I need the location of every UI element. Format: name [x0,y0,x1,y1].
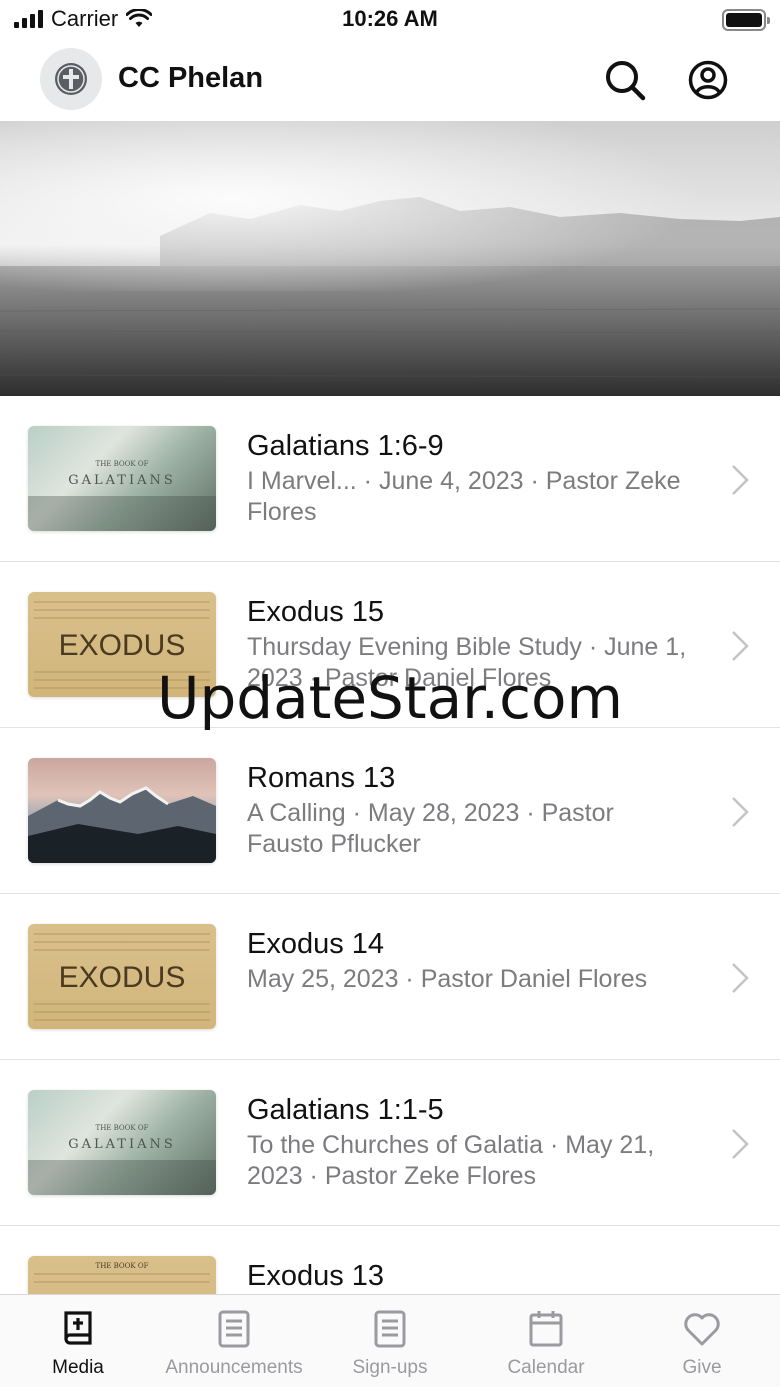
item-title: Exodus 14 [247,928,385,960]
tab-announcements[interactable]: Announcements [156,1295,312,1387]
svg-text:EXODUS: EXODUS [59,629,186,662]
svg-text:THE BOOK OF: THE BOOK OF [96,460,149,468]
item-title: Exodus 13 [247,1260,385,1292]
media-list-item[interactable]: THE BOOK OF Exodus 13 [0,1226,780,1294]
status-time: 10:26 AM [342,6,438,31]
svg-text:GALATIANS: GALATIANS [68,1137,176,1152]
app-header: CC Phelan [0,40,780,120]
item-subtitle: To the Churches of Galatia · May 21, 202… [247,1131,655,1190]
watermark: UpdateStar.com [157,664,623,732]
bible-icon [64,1311,92,1345]
chevron-right-icon [732,631,749,661]
battery-icon [722,9,770,31]
exodus-thumbnail: EXODUS [28,924,216,1029]
media-list-item[interactable]: THE BOOK OF GALATIANS Galatians 1:1-5 To… [0,1060,780,1226]
heart-icon [684,1313,720,1346]
chevron-right-icon [732,963,749,993]
media-list-item[interactable]: Romans 13 A Calling · May 28, 2023 · Pas… [0,728,780,894]
page-title: CC Phelan [118,62,264,94]
tab-sign-ups[interactable]: Sign-ups [312,1295,468,1387]
chevron-right-icon [732,797,749,827]
account-button[interactable] [686,58,730,102]
item-title: Galatians 1:1-5 [247,1094,444,1126]
hero-banner-image [0,121,780,396]
tab-label: Announcements [165,1357,303,1378]
announcements-icon [218,1310,250,1348]
media-list-item[interactable]: EXODUS Exodus 14 May 25, 2023 · Pastor D… [0,894,780,1060]
galatians-thumbnail: THE BOOK OF GALATIANS [28,1090,216,1195]
item-subtitle: May 25, 2023 · Pastor Daniel Flores [247,965,648,993]
exodus-thumbnail: THE BOOK OF [28,1256,216,1294]
svg-text:GALATIANS: GALATIANS [68,473,176,488]
svg-text:THE BOOK OF: THE BOOK OF [96,1262,149,1270]
account-icon [688,60,728,100]
tab-media[interactable]: Media [0,1295,156,1387]
signups-icon [374,1310,406,1348]
tab-label: Sign-ups [352,1357,428,1378]
calendar-icon [529,1311,563,1347]
chevron-right-icon [732,465,749,495]
cross-icon [55,63,87,95]
tab-label: Give [682,1357,722,1378]
svg-text:EXODUS: EXODUS [59,961,186,994]
item-title: Romans 13 [247,762,396,794]
search-icon [606,61,646,101]
tab-calendar[interactable]: Calendar [468,1295,624,1387]
media-list-item[interactable]: THE BOOK OF GALATIANS Galatians 1:6-9 I … [0,396,780,562]
svg-text:THE BOOK OF: THE BOOK OF [96,1124,149,1132]
item-subtitle: A Calling · May 28, 2023 · Pastor Fausto… [247,799,614,858]
item-title: Exodus 15 [247,596,385,628]
tab-give[interactable]: Give [624,1295,780,1387]
item-title: Galatians 1:6-9 [247,430,444,462]
tab-label: Calendar [507,1357,585,1378]
status-bar: Carrier 10:26 AM [0,0,780,40]
tab-label: Media [52,1357,104,1378]
tab-bar: Media Announcements Sign-ups Calendar Gi… [0,1294,780,1387]
search-button[interactable] [603,58,647,102]
church-logo[interactable] [40,48,102,110]
mountains-thumbnail [28,758,216,863]
galatians-thumbnail: THE BOOK OF GALATIANS [28,426,216,531]
chevron-right-icon [732,1129,749,1159]
item-subtitle: I Marvel... · June 4, 2023 · Pastor Zeke… [247,467,681,526]
media-list: THE BOOK OF GALATIANS Galatians 1:6-9 I … [0,396,780,1294]
